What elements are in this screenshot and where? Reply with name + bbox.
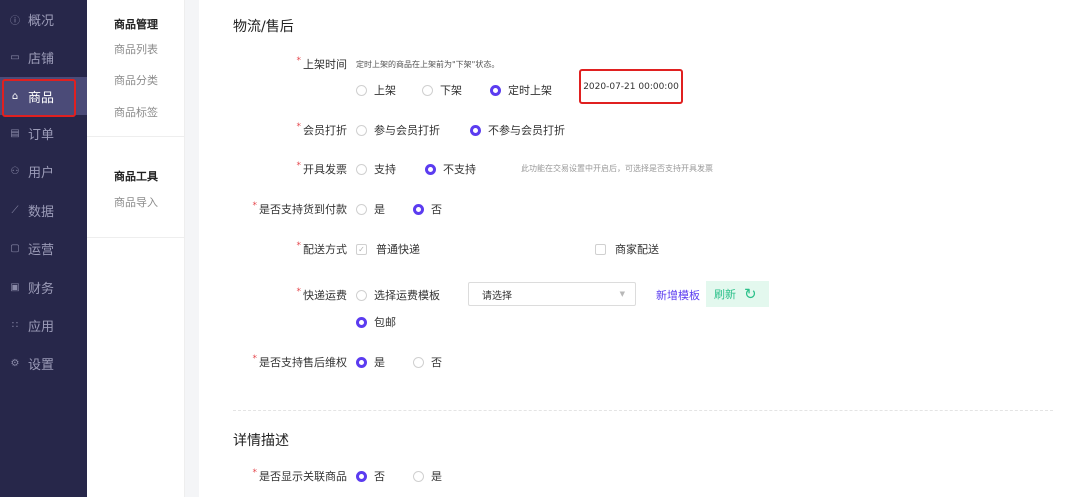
invoice-option-unsupported[interactable]: 不支持 [425, 161, 476, 177]
shelf-option-scheduled[interactable]: 定时上架 [490, 82, 552, 98]
radio-button-selected[interactable] [356, 470, 367, 482]
cod-option-yes[interactable]: 是 [356, 201, 385, 217]
refresh-button[interactable]: 刷新 ↻ [706, 281, 769, 307]
checkbox[interactable] [595, 243, 606, 255]
nav-item-label: 数据 [28, 204, 55, 220]
nav-item-goods[interactable]: ⌂ 商品 [0, 77, 87, 117]
select-value: 请选择 [482, 290, 512, 302]
cod-label: * 是否支持货到付款 [252, 201, 348, 216]
nav-item-operations[interactable]: ▢ 运营 [0, 229, 87, 267]
submenu-item-goods-tags[interactable]: 商品标签 [114, 104, 158, 120]
refresh-icon: ↻ [744, 285, 757, 303]
finance-icon: ▣ [10, 281, 20, 293]
radio-button-selected[interactable] [490, 84, 501, 96]
delivery-option-merchant[interactable]: 商家配送 [595, 241, 659, 257]
radio-button[interactable] [356, 203, 367, 215]
main-content: 物流/售后 * 上架时间 定时上架的商品在上架前为"下架"状态。 上架 下架 定时… [199, 0, 1080, 497]
related-goods-label: * 是否显示关联商品 [252, 468, 348, 483]
nav-item-data[interactable]: ⟋ 数据 [0, 191, 87, 229]
radio-button[interactable] [356, 84, 367, 96]
order-icon: ▤ [10, 127, 20, 139]
nav-item-label: 商品 [28, 90, 55, 106]
shipping-fee-label: * 快递运费 [296, 287, 348, 302]
radio-button[interactable] [422, 84, 433, 96]
radio-button-selected[interactable] [470, 124, 481, 136]
submenu-group-title: 商品工具 [114, 170, 158, 183]
nav-item-label: 设置 [28, 357, 55, 373]
shelf-time-label: * 上架时间 [296, 56, 348, 71]
after-sale-option-no[interactable]: 否 [413, 354, 442, 370]
sub-menu: 商品管理 商品列表 商品分类 商品标签 商品工具 商品导入 [87, 0, 185, 497]
apps-icon: ∷ [11, 319, 19, 331]
bag-icon: ⌂ [11, 90, 19, 102]
nav-item-label: 应用 [28, 319, 55, 335]
section-divider [233, 410, 1053, 411]
shelf-time-hint: 定时上架的商品在上架前为"下架"状态。 [356, 60, 500, 69]
invoice-hint: 此功能在交易设置中开启后，可选择是否支持开具发票 [521, 164, 713, 173]
shipping-template-select[interactable]: 请选择 ▼ [468, 282, 636, 306]
nav-item-label: 概况 [28, 13, 55, 29]
shelf-option-off[interactable]: 下架 [422, 82, 462, 98]
submenu-group-title: 商品管理 [114, 18, 158, 31]
checkbox-checked[interactable]: ✓ [356, 243, 367, 255]
nav-item-label: 财务 [28, 281, 55, 297]
shipping-option-free[interactable]: 包邮 [356, 314, 396, 330]
nav-item-label: 用户 [28, 165, 55, 181]
nav-item-overview[interactable]: ⓘ 概况 [0, 0, 87, 38]
member-discount-option-join[interactable]: 参与会员打折 [356, 122, 440, 138]
related-option-no[interactable]: 否 [356, 468, 385, 484]
after-sale-option-yes[interactable]: 是 [356, 354, 385, 370]
cod-option-no[interactable]: 否 [413, 201, 442, 217]
after-sale-label: * 是否支持售后维权 [252, 354, 348, 369]
chat-icon: ▢ [10, 242, 20, 254]
radio-button-selected[interactable] [356, 356, 367, 368]
nav-item-settings[interactable]: ⚙ 设置 [0, 344, 87, 382]
main-nav: ⓘ 概况 ▭ 店铺 ⌂ 商品 ▤ 订单 ⚇ 用户 ⟋ 数据 ▢ 运营 ▣ 财务 … [0, 0, 87, 497]
nav-item-orders[interactable]: ▤ 订单 [0, 114, 87, 152]
radio-button-selected[interactable] [425, 163, 436, 175]
info-icon: ⓘ [10, 15, 20, 27]
submenu-item-goods-category[interactable]: 商品分类 [114, 72, 158, 88]
delivery-label: * 配送方式 [296, 241, 348, 256]
nav-item-label: 订单 [28, 127, 55, 143]
nav-item-users[interactable]: ⚇ 用户 [0, 152, 87, 190]
delivery-option-express[interactable]: ✓ 普通快递 [356, 241, 420, 257]
nav-item-finance[interactable]: ▣ 财务 [0, 268, 87, 306]
section-title-detail: 详情描述 [233, 433, 289, 449]
store-icon: ▭ [10, 51, 20, 63]
chart-icon: ⟋ [11, 204, 19, 216]
member-discount-option-none[interactable]: 不参与会员打折 [470, 122, 565, 138]
nav-item-label: 店铺 [28, 51, 55, 67]
invoice-label: * 开具发票 [296, 161, 348, 176]
invoice-option-support[interactable]: 支持 [356, 161, 396, 177]
section-title-logistics: 物流/售后 [233, 19, 294, 35]
nav-item-apps[interactable]: ∷ 应用 [0, 306, 87, 344]
submenu-item-goods-list[interactable]: 商品列表 [114, 41, 158, 57]
chevron-down-icon: ▼ [619, 290, 625, 298]
radio-button[interactable] [413, 470, 424, 482]
submenu-divider [87, 136, 185, 137]
shipping-option-template[interactable]: 选择运费模板 [356, 287, 440, 303]
radio-button-selected[interactable] [356, 316, 367, 328]
radio-button-selected[interactable] [413, 203, 424, 215]
radio-button[interactable] [413, 356, 424, 368]
submenu-item-goods-import[interactable]: 商品导入 [114, 194, 158, 210]
shelf-option-on[interactable]: 上架 [356, 82, 396, 98]
radio-button[interactable] [356, 289, 367, 301]
nav-item-store[interactable]: ▭ 店铺 [0, 38, 87, 76]
settings-icon: ⚙ [10, 357, 20, 369]
refresh-label: 刷新 [714, 288, 736, 301]
radio-button[interactable] [356, 124, 367, 136]
nav-item-label: 运营 [28, 242, 55, 258]
content-gap [185, 0, 199, 497]
submenu-divider [87, 237, 185, 238]
related-option-yes[interactable]: 是 [413, 468, 442, 484]
new-template-link[interactable]: 新增模板 [656, 287, 700, 303]
member-discount-label: * 会员打折 [296, 122, 348, 137]
user-icon: ⚇ [10, 165, 20, 177]
radio-button[interactable] [356, 163, 367, 175]
scheduled-datetime-input[interactable]: 2020-07-21 00:00:00 [579, 69, 683, 104]
